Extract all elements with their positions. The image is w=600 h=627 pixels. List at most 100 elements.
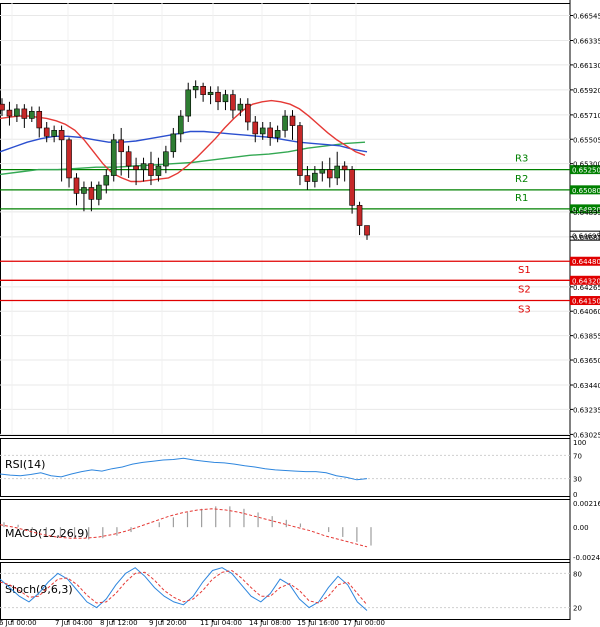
candle-body	[148, 163, 154, 176]
candle-body	[21, 108, 28, 119]
candle-body	[364, 225, 370, 236]
candle-body	[51, 130, 57, 137]
candle-body	[289, 115, 296, 126]
time-tick-label: 17 Jul 00:00	[343, 619, 385, 627]
level-price-label: 0.64150	[572, 298, 600, 306]
level-name-s3: S3	[518, 305, 531, 316]
panel-frame	[0, 3, 571, 436]
candle-body	[66, 139, 72, 179]
candle-body	[200, 86, 206, 95]
candle-body	[155, 165, 162, 176]
indicator-tick-label: 100	[573, 439, 586, 447]
price-tick-label: 0.66130	[573, 62, 600, 70]
price-tick-label: 0.63440	[573, 382, 600, 390]
level-name-r2: R2	[515, 174, 528, 185]
price-tick-label: 0.65920	[573, 87, 600, 95]
candle-body	[297, 125, 303, 176]
candle-body	[88, 187, 95, 200]
indicator-tick-label: 20	[573, 605, 582, 613]
candle-body	[245, 103, 251, 123]
time-tick-label: 15 Jul 16:00	[297, 619, 339, 627]
price-tick-label: 0.65505	[573, 136, 600, 144]
candle-body	[96, 184, 102, 200]
time-tick-label: 9 Jul 20:00	[149, 619, 187, 627]
indicator-tick-label: 70	[573, 452, 582, 460]
candle-body	[110, 139, 117, 176]
candle-body	[356, 205, 363, 226]
indicator-panels: RSI(14)10070300MACD(12,26,9)0.0021640.00…	[0, 439, 600, 613]
time-tick-label: 11 Jul 04:00	[200, 619, 242, 627]
candle-body	[170, 133, 177, 153]
candle-body	[192, 86, 199, 91]
candle-body	[259, 127, 266, 135]
time-tick-label: 6 Jul 00:00	[0, 619, 37, 627]
candle-body	[230, 94, 236, 111]
indicator-name: Stoch(9,6,3)	[5, 583, 73, 596]
candle-body	[14, 108, 20, 117]
indicator-tick-label: 0.00	[573, 524, 589, 532]
candle-body	[81, 187, 87, 194]
candle-body	[222, 94, 229, 103]
time-axis: 6 Jul 00:00 7 Jul 04:00 8 Jul 12:00 9 Jul 2…	[0, 619, 385, 627]
price-tick-label: 0.64685	[573, 234, 600, 242]
candle-body	[185, 89, 192, 117]
price-tick-label: 0.64895	[573, 209, 600, 217]
level-name-s1: S1	[518, 265, 531, 276]
candle-body	[103, 175, 110, 186]
panel-frame	[0, 438, 571, 497]
level-price-label: 0.64480	[572, 258, 600, 266]
price-axis: 0.66545 0.66335 0.66130 0.65920 0.65710 0.655…	[570, 12, 600, 439]
candle-body	[267, 127, 273, 138]
candle-body	[118, 139, 124, 153]
price-tick-label: 0.64265	[573, 284, 600, 292]
candle-body	[207, 91, 214, 95]
candle-body	[125, 151, 132, 167]
level-name-s2: S2	[518, 284, 531, 295]
candle-body	[274, 130, 281, 138]
candle-body	[133, 165, 139, 170]
candle-body	[36, 110, 43, 129]
candle-body	[282, 115, 288, 131]
candle-body	[319, 169, 326, 174]
time-tick-label: 14 Jul 08:00	[249, 619, 291, 627]
indicator-tick-label: 80	[573, 570, 582, 578]
indicator-tick-label: 30	[573, 476, 582, 484]
price-tick-label: 0.66335	[573, 37, 600, 45]
candle-body	[140, 163, 147, 170]
price-tick-label: 0.65300	[573, 161, 600, 169]
candle-body	[341, 165, 348, 170]
candle-body	[237, 103, 244, 111]
candle-body	[28, 110, 35, 119]
panel-frame	[0, 562, 571, 620]
candle-body	[215, 91, 221, 103]
candle-body	[349, 169, 355, 206]
time-tick-label: 7 Jul 04:00	[55, 619, 93, 627]
candle-body	[0, 103, 5, 111]
candle-body	[73, 177, 80, 194]
forex-chart: R30.65250R20.65080R10.64920S10.64480S20.…	[0, 0, 600, 627]
grid-lines	[0, 3, 570, 435]
price-tick-label: 0.63235	[573, 406, 600, 414]
candle-body	[326, 169, 333, 179]
candle-body	[43, 127, 50, 137]
indicator-name: RSI(14)	[5, 458, 45, 471]
candle-body	[58, 130, 65, 141]
price-tick-label: 0.64060	[573, 308, 600, 316]
time-tick-label: 8 Jul 12:00	[100, 619, 138, 627]
level-name-r1: R1	[515, 193, 528, 204]
candle-body	[334, 165, 341, 179]
candle-body	[6, 109, 13, 117]
indicator-tick-label: -0.002497	[573, 554, 600, 562]
indicator-tick-label: 0.002164	[573, 500, 600, 508]
price-tick-label: 0.65710	[573, 112, 600, 120]
candle-body	[312, 172, 318, 182]
candle-body	[163, 151, 169, 167]
candle-body	[304, 175, 311, 182]
indicator-tick-label: 0	[573, 491, 577, 499]
candle-body	[252, 121, 259, 135]
price-tick-label: 0.66545	[573, 12, 600, 20]
candle-body	[177, 115, 184, 135]
candlesticks	[0, 80, 370, 240]
level-price-label: 0.65080	[572, 187, 600, 195]
level-name-r3: R3	[515, 154, 528, 165]
